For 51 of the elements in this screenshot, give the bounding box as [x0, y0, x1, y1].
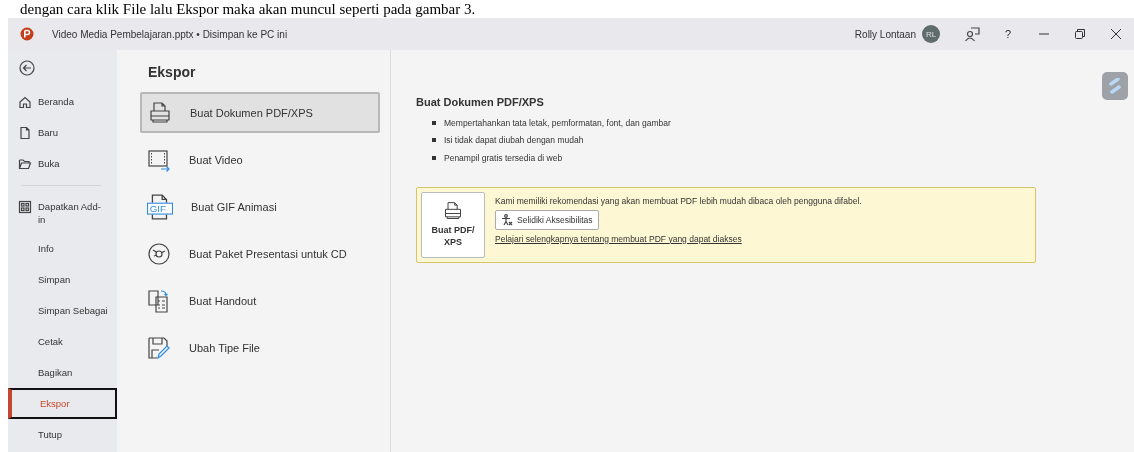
document-icon [18, 125, 32, 140]
export-option[interactable]: Ubah Tipe File [140, 327, 380, 368]
sidebar-item[interactable]: Buka [8, 148, 117, 179]
accessibility-icon [501, 213, 513, 226]
sidebar-item[interactable]: Simpan [8, 264, 117, 295]
page-title: Ekspor [148, 64, 197, 80]
check-accessibility-button[interactable]: Selidiki Aksesibilitas [495, 209, 599, 230]
disc-icon [147, 241, 171, 266]
export-option[interactable]: Buat Video [140, 139, 380, 180]
folder-icon [18, 156, 32, 171]
learn-more-link[interactable]: Pelajari selengkapnya tentang membuat PDF yang dapat diakses [495, 233, 742, 244]
video-icon [147, 147, 171, 172]
bullet-text: Penampil gratis tersedia di web [444, 152, 563, 163]
sidebar-item[interactable]: Cetak [8, 326, 117, 357]
export-option[interactable]: Buat Paket Presentasi untuk CD [140, 233, 380, 274]
export-option[interactable]: Buat Handout [140, 280, 380, 321]
sidebar-item[interactable]: Simpan Sebagai [8, 295, 117, 326]
sidebar-item[interactable]: Tutup [8, 419, 117, 450]
back-icon[interactable] [19, 60, 35, 76]
sidebar-item[interactable]: Baru [8, 117, 117, 148]
sidebar-item[interactable]: Beranda [8, 86, 117, 117]
window-title: Video Media Pembelajaran.pptx • Disimpan ke PC ini [52, 28, 289, 40]
bullet-icon [432, 138, 436, 143]
bullet-icon [432, 155, 436, 160]
handout-icon [147, 288, 171, 313]
stripes-icon [1109, 78, 1121, 94]
bullet-text: Isi tidak dapat diubah dengan mudah [444, 135, 584, 146]
bullet-text: Mempertahankan tata letak, pemformatan, font, dan gambar [444, 117, 671, 128]
home-icon [18, 94, 32, 109]
section-title: Buat Dokumen PDF/XPS [416, 96, 545, 108]
bullet-icon [432, 120, 436, 125]
close-icon [1111, 29, 1121, 39]
export-option[interactable]: GIF Buat GIF Animasi [140, 186, 380, 227]
help-button[interactable]: ? [990, 18, 1026, 50]
printer-icon [443, 201, 463, 221]
grid-icon [18, 200, 32, 214]
presentation-app-icon [20, 27, 34, 41]
restore-icon [1075, 29, 1085, 39]
save-as-icon [147, 335, 171, 360]
user-name[interactable]: Rolly Lontaan [854, 28, 916, 40]
sidebar-item[interactable]: Info [8, 233, 117, 264]
minimize-icon [1039, 33, 1049, 35]
sidebar-item[interactable]: Dapatkan Add-in [8, 193, 117, 233]
notice-text: Kami memiliki rekomendasi yang akan membuat PDF lebih mudah dibaca oleh pengguna difabel. [495, 195, 862, 206]
printer-icon [148, 100, 172, 125]
sidebar-item[interactable]: Bagikan [8, 357, 117, 388]
create-pdf-button[interactable]: Buat PDF/ XPS [421, 191, 485, 258]
export-option[interactable]: Buat Dokumen PDF/XPS [140, 92, 380, 133]
user-avatar[interactable]: RL [922, 25, 940, 43]
caption-text: dengan cara klik File lalu Ekspor maka akan muncul seperti pada gambar 3. [20, 1, 476, 17]
person-icon [964, 26, 980, 42]
